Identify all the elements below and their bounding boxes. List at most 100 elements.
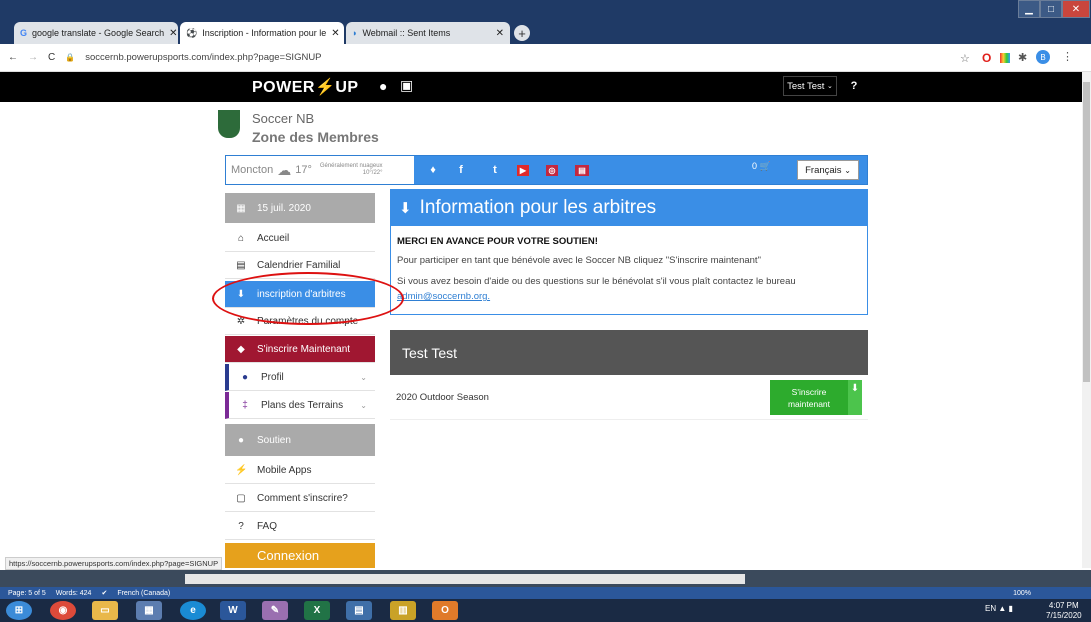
calculator-icon[interactable]: ▦: [136, 601, 162, 620]
close-icon[interactable]: ✕: [496, 28, 504, 39]
connexion-label: Connexion: [257, 548, 320, 563]
cart-button[interactable]: 0 🛒: [752, 161, 771, 172]
tab-inscription[interactable]: ⚽ Inscription - Information pour le ✕: [180, 22, 344, 44]
sidebar-item-label: S'inscrire Maintenant: [257, 343, 351, 355]
url-field[interactable]: soccernb.powerupsports.com/index.php?pag…: [85, 52, 321, 63]
sidebar-item-comment[interactable]: ▢ Comment s'inscrire?: [225, 485, 375, 512]
tab-label: Inscription - Information pour le: [202, 28, 327, 38]
facebook-icon[interactable]: f: [444, 156, 478, 184]
page-count[interactable]: Page: 5 of 5: [8, 590, 46, 597]
register-icon[interactable]: ⬇: [848, 380, 862, 415]
brand-right: UP: [335, 79, 359, 96]
pdf-icon[interactable]: ▥: [390, 601, 416, 620]
language-label: Français: [805, 164, 842, 176]
sidebar-item-label: Accueil: [257, 232, 290, 244]
instagram-glyph: ◎: [545, 164, 559, 176]
language-status[interactable]: French (Canada): [117, 590, 170, 597]
star-icon[interactable]: ☆: [960, 52, 970, 65]
window-close-button[interactable]: ✕: [1062, 0, 1090, 18]
sidebar-item-profil[interactable]: ● Profil ⌄: [225, 364, 375, 391]
sidebar-item-sinscrire[interactable]: ◆ S'inscrire Maintenant: [225, 336, 375, 363]
sinscrire-maintenant-button[interactable]: S'inscrire maintenant: [770, 380, 848, 415]
weather-temp: 17°: [295, 164, 312, 176]
word-icon[interactable]: W: [220, 601, 246, 620]
chevron-down-icon: ⌄: [360, 372, 367, 382]
start-button[interactable]: ⊞: [6, 601, 32, 620]
soutien-label: Soutien: [257, 434, 291, 446]
maximize-button[interactable]: □: [1040, 0, 1062, 18]
weather-description: Généralement nuageux 10°/22°: [320, 163, 383, 177]
horizontal-scroll-thumb[interactable]: [185, 574, 745, 584]
connexion-button[interactable]: Connexion: [225, 543, 375, 568]
sidebar-item-faq[interactable]: ? FAQ: [225, 513, 375, 540]
webmail-icon: ◗: [352, 28, 358, 38]
apple-icon[interactable]: ●: [379, 78, 387, 94]
sidebar-item-label: FAQ: [257, 520, 278, 532]
reload-icon[interactable]: C: [48, 52, 55, 63]
bolt-icon: ⚡: [314, 79, 336, 96]
help-menu-button[interactable]: ?: [843, 76, 865, 96]
word-count[interactable]: Words: 424: [56, 590, 92, 597]
newsletter-icon[interactable]: ▤: [565, 156, 599, 184]
site-header: [0, 72, 1082, 102]
tab-google-translate[interactable]: G google translate - Google Search ✕: [14, 22, 178, 44]
excel-icon[interactable]: X: [304, 601, 330, 620]
back-icon[interactable]: ←: [8, 52, 18, 63]
status-url: https://soccernb.powerupsports.com/index…: [5, 557, 223, 570]
outlook-icon[interactable]: O: [432, 601, 458, 620]
menu-icon[interactable]: ⋮: [1062, 50, 1073, 63]
sidebar-item-label: Mobile Apps: [257, 464, 312, 476]
file-explorer-icon[interactable]: ▭: [92, 601, 118, 620]
clock-date: 7/15/2020: [1046, 611, 1082, 620]
new-tab-button[interactable]: +: [514, 25, 530, 41]
address-bar: ← → C 🔒 soccernb.powerupsports.com/index…: [0, 44, 1091, 72]
minimize-button[interactable]: ▁: [1018, 0, 1040, 18]
close-icon[interactable]: ✕: [331, 28, 339, 39]
weather-widget: Moncton ☁ 17° Généralement nuageux 10°/22…: [226, 156, 414, 184]
date-label: 15 juil. 2020: [257, 202, 311, 214]
proofing-icon[interactable]: ✔: [101, 589, 107, 597]
info-paragraph: Pour participer en tant que bénévole ave…: [397, 255, 761, 266]
lock-icon: 🔒: [65, 53, 76, 62]
cloud-icon: ☁: [277, 161, 292, 178]
instagram-icon[interactable]: ◎: [535, 156, 569, 184]
tag-icon: ◆: [237, 343, 245, 355]
forward-icon[interactable]: →: [28, 52, 38, 63]
extension-icon[interactable]: [1000, 53, 1010, 63]
info-paragraph: Si vous avez besoin d'aide ou des questi…: [397, 276, 796, 287]
current-date: ▦ 15 juil. 2020: [225, 193, 375, 223]
profile-avatar[interactable]: B: [1036, 50, 1050, 64]
word-status-bar: Page: 5 of 5 Words: 424 ✔ French (Canada…: [0, 587, 1091, 599]
cart-count: 0: [752, 161, 758, 171]
sidebar-item-plans[interactable]: ‡ Plans des Terrains ⌄: [225, 392, 375, 419]
weather-city: Moncton: [231, 164, 274, 176]
scrollbar-thumb[interactable]: [1083, 82, 1090, 382]
sidebar-item-accueil[interactable]: ⌂ Accueil: [225, 225, 375, 252]
tab-label: Webmail :: Sent Items: [362, 28, 451, 38]
window-icon[interactable]: ▤: [346, 601, 372, 620]
system-clock[interactable]: 4:07 PM 7/15/2020: [1046, 601, 1082, 621]
close-icon[interactable]: ✕: [169, 28, 177, 39]
question-icon: ?: [238, 520, 244, 532]
paint-icon[interactable]: ✎: [262, 601, 288, 620]
input-language[interactable]: EN: [985, 604, 996, 613]
home-icon: ⌂: [237, 232, 245, 244]
sidebar-item-label: Profil: [261, 371, 284, 383]
windows-taskbar: [0, 599, 1091, 622]
tab-webmail[interactable]: ◗ Webmail :: Sent Items ✕: [346, 22, 510, 44]
language-select[interactable]: Français ⌄: [797, 160, 859, 180]
sidebar-item-mobile-apps[interactable]: ⚡ Mobile Apps: [225, 457, 375, 484]
soccer-ball-icon: ⚽: [186, 27, 198, 38]
zoom-level[interactable]: 100%: [1013, 590, 1031, 597]
opera-extension-icon[interactable]: O: [982, 51, 991, 65]
system-tray[interactable]: EN ▲ ▮: [985, 604, 1013, 613]
android-icon[interactable]: ▣: [400, 77, 413, 94]
user-menu-button[interactable]: Test Test ⌄: [783, 76, 837, 96]
question-icon: ●: [237, 434, 245, 446]
contact-email-link[interactable]: admin@soccernb.org.: [397, 291, 490, 302]
chrome-taskbar-icon[interactable]: ◉: [50, 601, 76, 620]
document-icon: ▢: [236, 492, 246, 504]
edge-icon[interactable]: e: [180, 601, 206, 620]
puzzle-icon[interactable]: ✱: [1018, 51, 1027, 64]
powerup-logo[interactable]: POWER⚡UP: [252, 77, 359, 97]
